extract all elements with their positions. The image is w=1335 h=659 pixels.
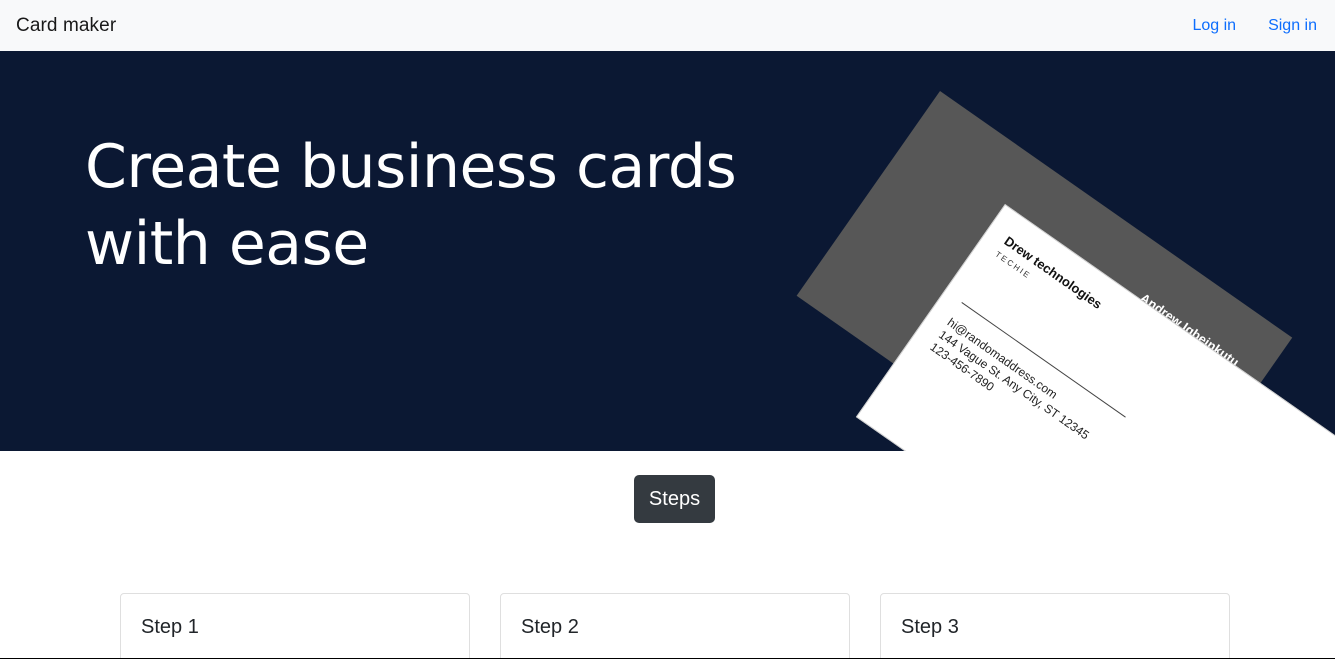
hero-title-line1: Create business cards — [85, 132, 737, 202]
hero-section: Create business cards with ease Andrew I… — [0, 51, 1335, 451]
nav-links: Log in Sign in — [1192, 17, 1319, 35]
step-title-3: Step 3 — [901, 616, 959, 638]
step-card-1: Step 1 — [120, 593, 470, 659]
step-card-2: Step 2 — [500, 593, 850, 659]
brand-link[interactable]: Card maker — [16, 15, 116, 37]
hero-title-line2: with ease — [85, 209, 369, 279]
step-title-2: Step 2 — [521, 616, 579, 638]
step-title-1: Step 1 — [141, 616, 199, 638]
step-card-3: Step 3 — [880, 593, 1230, 659]
navbar: Card maker Log in Sign in — [0, 0, 1335, 51]
login-link[interactable]: Log in — [1192, 17, 1236, 35]
signin-link[interactable]: Sign in — [1268, 17, 1317, 35]
hero-title: Create business cards with ease — [85, 129, 785, 283]
steps-badge: Steps — [634, 475, 715, 523]
card-front-contact: hi@randomaddress.com 144 Vague St. Any C… — [927, 315, 1100, 451]
card-front-address: 144 Vague St. Any City, ST 12345 — [936, 327, 1092, 443]
